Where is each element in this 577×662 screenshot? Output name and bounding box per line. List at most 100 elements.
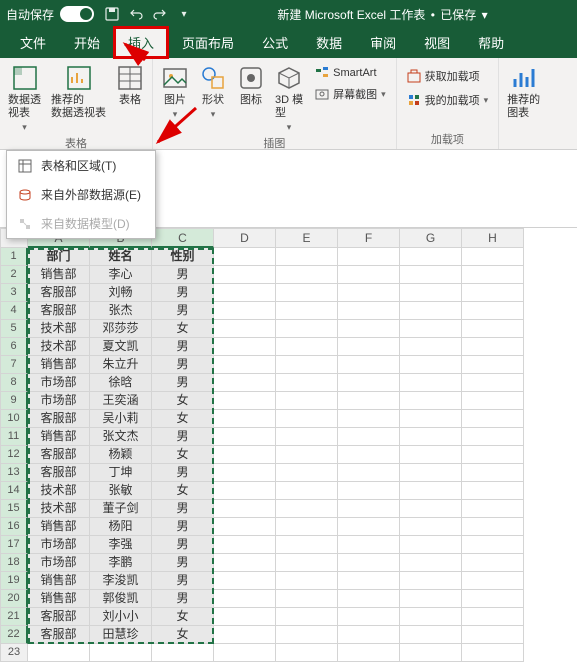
cell[interactable]	[276, 590, 338, 608]
cell[interactable]	[214, 590, 276, 608]
cell[interactable]	[276, 410, 338, 428]
cell[interactable]: 女	[152, 392, 214, 410]
cell[interactable]	[276, 392, 338, 410]
row-header[interactable]: 1	[0, 248, 28, 266]
cell[interactable]	[338, 320, 400, 338]
cell[interactable]: 女	[152, 482, 214, 500]
cell[interactable]	[462, 428, 524, 446]
cell[interactable]: 市场部	[28, 536, 90, 554]
cell[interactable]: 李心	[90, 266, 152, 284]
row-header[interactable]: 23	[0, 644, 28, 662]
cell[interactable]	[400, 266, 462, 284]
row-header[interactable]: 7	[0, 356, 28, 374]
cell[interactable]	[400, 392, 462, 410]
cell[interactable]	[214, 302, 276, 320]
cell[interactable]	[214, 518, 276, 536]
cell[interactable]: 男	[152, 284, 214, 302]
cell[interactable]: 男	[152, 428, 214, 446]
cell[interactable]: 客服部	[28, 302, 90, 320]
cell[interactable]	[214, 536, 276, 554]
cell[interactable]	[462, 518, 524, 536]
cell[interactable]	[462, 590, 524, 608]
cell[interactable]: 刘小小	[90, 608, 152, 626]
cell[interactable]	[462, 500, 524, 518]
undo-icon[interactable]	[128, 6, 144, 22]
cell[interactable]: 朱立升	[90, 356, 152, 374]
cell[interactable]	[338, 518, 400, 536]
cell[interactable]	[338, 644, 400, 662]
tab-file[interactable]: 文件	[6, 27, 60, 58]
tab-data[interactable]: 数据	[302, 27, 356, 58]
cell[interactable]	[214, 392, 276, 410]
cell[interactable]: 客服部	[28, 626, 90, 644]
row-header[interactable]: 22	[0, 626, 28, 644]
cell[interactable]	[400, 518, 462, 536]
cell[interactable]	[400, 572, 462, 590]
cell[interactable]	[462, 392, 524, 410]
cell[interactable]	[400, 374, 462, 392]
save-icon[interactable]	[104, 6, 120, 22]
get-addins-button[interactable]: 获取加载项	[403, 66, 493, 86]
cell[interactable]	[400, 608, 462, 626]
cell[interactable]: 李浚凯	[90, 572, 152, 590]
tab-home[interactable]: 开始	[60, 27, 114, 58]
cell[interactable]	[338, 608, 400, 626]
cell[interactable]: 销售部	[28, 356, 90, 374]
column-header[interactable]: F	[338, 228, 400, 248]
cell[interactable]	[338, 464, 400, 482]
cell[interactable]	[400, 428, 462, 446]
cell[interactable]	[462, 266, 524, 284]
cell[interactable]	[214, 482, 276, 500]
cell[interactable]	[400, 338, 462, 356]
cell[interactable]	[152, 644, 214, 662]
cell[interactable]: 张杰	[90, 302, 152, 320]
cell[interactable]: 丁坤	[90, 464, 152, 482]
cell[interactable]	[214, 464, 276, 482]
column-header[interactable]: H	[462, 228, 524, 248]
picture-button[interactable]: 图片 ▾	[159, 62, 191, 122]
cell[interactable]	[462, 644, 524, 662]
3d-model-button[interactable]: 3D 模 型 ▾	[273, 62, 305, 135]
column-header[interactable]: D	[214, 228, 276, 248]
tab-insert[interactable]: 插入	[114, 27, 168, 58]
cell[interactable]: 客服部	[28, 410, 90, 428]
row-header[interactable]: 8	[0, 374, 28, 392]
row-header[interactable]: 20	[0, 590, 28, 608]
cell[interactable]	[214, 266, 276, 284]
cell[interactable]	[214, 320, 276, 338]
cell[interactable]	[276, 464, 338, 482]
cell[interactable]	[338, 446, 400, 464]
menu-external-source[interactable]: 来自外部数据源(E)	[7, 180, 155, 209]
row-header[interactable]: 11	[0, 428, 28, 446]
cell[interactable]	[214, 554, 276, 572]
column-header[interactable]: E	[276, 228, 338, 248]
cell[interactable]	[214, 410, 276, 428]
cell[interactable]	[462, 248, 524, 266]
row-header[interactable]: 19	[0, 572, 28, 590]
cell[interactable]: 销售部	[28, 572, 90, 590]
cell[interactable]	[28, 644, 90, 662]
cell[interactable]	[338, 572, 400, 590]
cell[interactable]: 男	[152, 536, 214, 554]
cell[interactable]	[276, 518, 338, 536]
cell[interactable]	[338, 374, 400, 392]
row-header[interactable]: 5	[0, 320, 28, 338]
cell[interactable]	[462, 320, 524, 338]
cell[interactable]	[338, 536, 400, 554]
cell[interactable]: 女	[152, 446, 214, 464]
cell[interactable]: 客服部	[28, 284, 90, 302]
cell[interactable]: 销售部	[28, 266, 90, 284]
cell[interactable]: 杨阳	[90, 518, 152, 536]
pivot-table-button[interactable]: 数据透 视表 ▾	[6, 62, 43, 135]
column-header[interactable]: G	[400, 228, 462, 248]
cell[interactable]	[214, 500, 276, 518]
row-header[interactable]: 18	[0, 554, 28, 572]
cell[interactable]	[338, 626, 400, 644]
cell[interactable]: 郭俊凯	[90, 590, 152, 608]
tab-help[interactable]: 帮助	[464, 27, 518, 58]
qat-dropdown-icon[interactable]: ▾	[176, 6, 192, 22]
cell[interactable]	[400, 320, 462, 338]
cell[interactable]	[276, 446, 338, 464]
recommended-pivot-button[interactable]: 推荐的 数据透视表	[49, 62, 108, 122]
row-header[interactable]: 14	[0, 482, 28, 500]
